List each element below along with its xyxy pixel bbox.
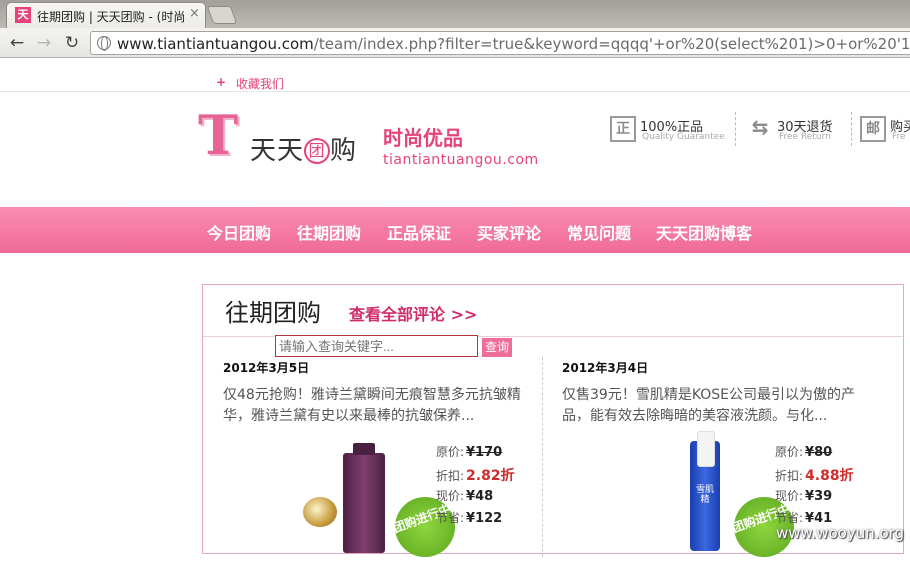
logo-letter: T	[198, 103, 239, 167]
nav-blog[interactable]: 天天团购博客	[656, 220, 752, 244]
savings-row: 节省: ¥122	[436, 509, 546, 531]
view-all-reviews-link[interactable]: 查看全部评论 >>	[349, 301, 477, 325]
slogan: 时尚优品	[383, 126, 463, 150]
browser-toolbar: ← → ↻ www.tiantiantuangou.com/team/index…	[0, 28, 910, 58]
original-price-label: 原价:	[775, 445, 804, 459]
deal-date: 2012年3月5日	[223, 361, 310, 375]
url-path: /team/index.php?filter=true&keyword=qqqq…	[313, 35, 910, 53]
discount-value: 2.82折	[466, 468, 515, 484]
site-domain: tiantiantuangou.com	[383, 152, 539, 168]
badge-subtitle: Fre	[892, 132, 906, 142]
current-price: ¥39	[805, 489, 833, 504]
back-arrow-icon[interactable]: ←	[6, 32, 28, 54]
url-domain: www.tiantiantuangou.com	[117, 35, 314, 53]
badge-subtitle: Quality Guarantee	[642, 132, 725, 142]
site-top-strip: + 收藏我们	[0, 59, 910, 92]
url-text[interactable]: www.tiantiantuangou.com/team/index.php?f…	[117, 35, 910, 53]
past-deals-panel: 往期团购 查看全部评论 >> 查询 2012年3月5日 仅48元抢购！雅诗兰黛瞬…	[202, 284, 904, 565]
bottle-label-text: 雪肌精	[696, 485, 715, 505]
plus-icon: +	[216, 75, 227, 89]
genuine-icon: 正	[610, 116, 636, 142]
discount-label: 折扣:	[436, 469, 465, 483]
current-price-row: 现价: ¥39	[775, 487, 885, 509]
badge-genuine: 正 100%正品 Quality Guarantee	[610, 116, 730, 146]
logo-text: 天天团购	[250, 130, 357, 167]
current-price-label: 现价:	[436, 489, 465, 503]
forward-arrow-icon[interactable]: →	[33, 32, 55, 54]
globe-icon	[97, 36, 111, 51]
original-price: ¥80	[805, 445, 833, 460]
deal-description-link[interactable]: 仅售39元！雪肌精是KOSE公司最引以为傲的产品，能有效去除晦暗的美容液洗颜。与…	[562, 385, 864, 427]
current-price-row: 现价: ¥48	[436, 487, 546, 509]
savings-label: 节省:	[775, 511, 804, 525]
discount-label: 折扣:	[775, 469, 804, 483]
deal-card: 2012年3月5日 仅48元抢购！雅诗兰黛瞬间无痕智慧多元抗皱精华，雅诗兰黛有史…	[223, 359, 533, 565]
badge-divider	[735, 112, 736, 146]
original-price-row: 原价: ¥170	[436, 443, 546, 465]
logo-tuan-circle: 团	[304, 138, 331, 164]
current-price-label: 现价:	[775, 489, 804, 503]
original-price: ¥170	[466, 445, 503, 460]
panel-header: 往期团购 查看全部评论 >>	[203, 285, 903, 337]
reload-icon[interactable]: ↻	[61, 32, 83, 54]
badge-return: ⇆ 30天退货 Free Return	[747, 116, 847, 146]
search-button[interactable]: 查询	[482, 338, 512, 357]
badge-shipping: 邮 购买 Fre	[860, 116, 910, 146]
main-nav: 今日团购 往期团购 正品保证 买家评论 常见问题 天天团购博客	[0, 207, 910, 253]
discount-row: 折扣: 4.88折	[775, 465, 885, 487]
nav-guarantee[interactable]: 正品保证	[387, 220, 451, 244]
address-bar[interactable]: www.tiantiantuangou.com/team/index.php?f…	[90, 31, 910, 55]
browser-tab[interactable]: 天 往期团购 | 天天团购 - (时尚 ×	[6, 2, 206, 28]
discount-row: 折扣: 2.82折	[436, 465, 546, 487]
original-price-row: 原价: ¥80	[775, 443, 885, 465]
savings-label: 节省:	[436, 511, 465, 525]
lotion-bottle-image: 雪肌精	[690, 431, 720, 551]
savings-value: ¥122	[466, 511, 503, 526]
new-tab-button[interactable]	[206, 6, 238, 24]
deal-description-link[interactable]: 仅48元抢购！雅诗兰黛瞬间无痕智慧多元抗皱精华，雅诗兰黛有史以来最棒的抗皱保养.…	[223, 385, 525, 427]
site-logo[interactable]: T 天天团购	[198, 106, 378, 166]
site-header: T 天天团购 时尚优品 tiantiantuangou.com 正 100%正品…	[0, 92, 910, 207]
discount-value: 4.88折	[805, 468, 854, 484]
current-price: ¥48	[466, 489, 494, 504]
page-title: 往期团购	[225, 299, 321, 327]
nav-today-deals[interactable]: 今日团购	[207, 220, 271, 244]
nav-reviews[interactable]: 买家评论	[477, 220, 541, 244]
logo-text-a: 天天	[250, 136, 305, 166]
site-favicon-icon: 天	[15, 7, 31, 23]
price-list: 原价: ¥80 折扣: 4.88折 现价: ¥39 节省: ¥41	[775, 443, 885, 531]
keyword-search-input[interactable]	[275, 335, 478, 357]
badge-divider	[851, 112, 852, 146]
watermark: www.wooyun.org	[776, 524, 905, 542]
nav-faq[interactable]: 常见问题	[567, 220, 631, 244]
deal-date: 2012年3月4日	[562, 361, 649, 375]
gold-cap-image	[303, 497, 337, 527]
return-arrows-icon: ⇆	[751, 115, 769, 139]
tab-close-icon[interactable]: ×	[189, 6, 200, 21]
bookmark-us-link[interactable]: 收藏我们	[236, 75, 284, 92]
original-price-label: 原价:	[436, 445, 465, 459]
mail-icon: 邮	[860, 116, 886, 142]
nav-past-deals[interactable]: 往期团购	[297, 220, 361, 244]
product-image[interactable]: 团购进行中	[263, 441, 464, 565]
product-image[interactable]: 雪肌精 团购进行中	[602, 431, 803, 565]
badge-subtitle: Free Return	[779, 132, 831, 142]
logo-text-b: 购	[330, 136, 358, 166]
serum-bottle-image	[343, 443, 385, 553]
tab-title: 往期团购 | 天天团购 - (时尚	[37, 10, 185, 24]
browser-tab-strip: 天 往期团购 | 天天团购 - (时尚 ×	[0, 0, 910, 28]
price-list: 原价: ¥170 折扣: 2.82折 现价: ¥48 节省: ¥122	[436, 443, 546, 531]
